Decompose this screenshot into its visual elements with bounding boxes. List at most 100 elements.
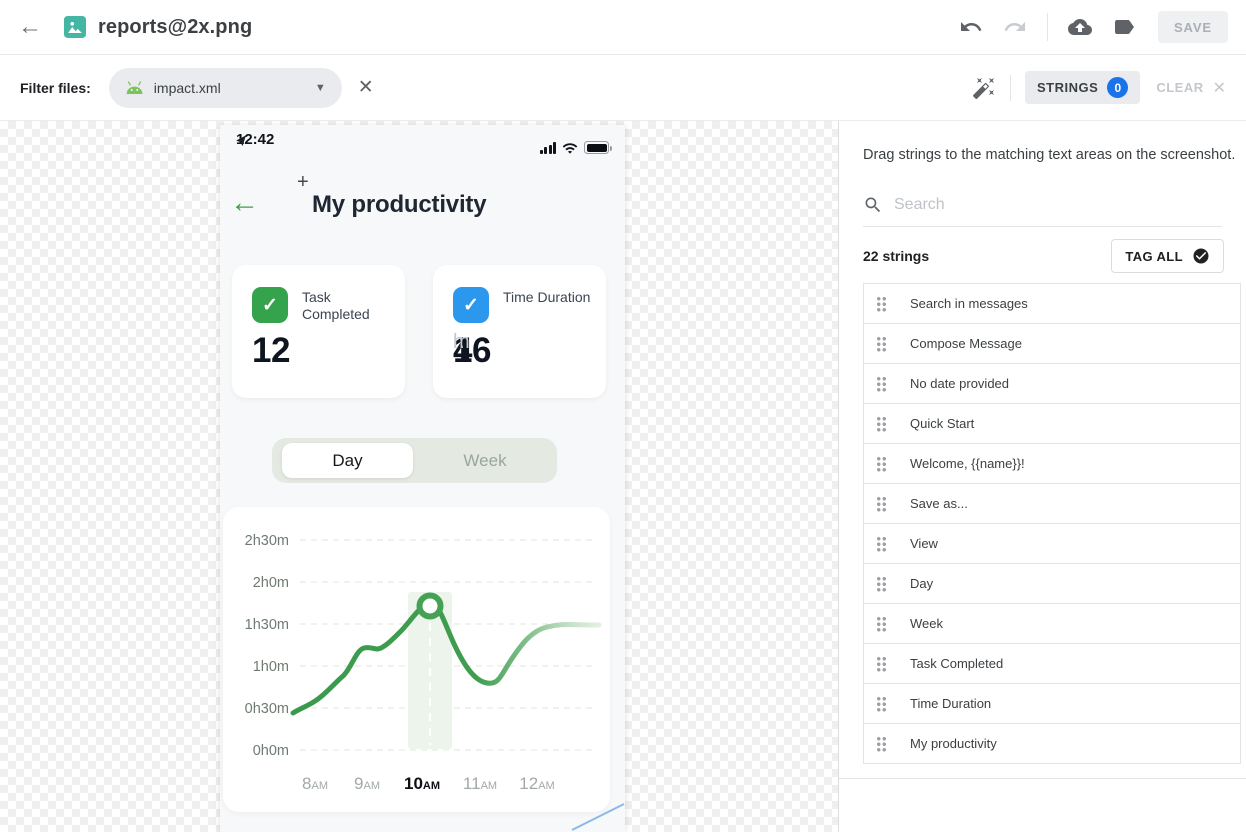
save-button[interactable]: SAVE <box>1158 11 1228 43</box>
drag-handle-icon[interactable] <box>876 496 887 512</box>
redo-button[interactable] <box>1003 15 1027 39</box>
string-label: Save as... <box>910 496 968 511</box>
string-label: Welcome, {{name}}! <box>910 456 1025 471</box>
drag-handle-icon[interactable] <box>876 416 887 432</box>
string-list-item[interactable]: Task Completed <box>864 644 1240 684</box>
file-filter-dropdown[interactable]: impact.xml ▼ <box>109 68 342 108</box>
filter-bar: Filter files: impact.xml ▼ ✕ STRINGS 0 C… <box>0 55 1246 121</box>
strings-panel: Drag strings to the matching text areas … <box>838 121 1246 832</box>
editor-canvas: 12:42 + ← My productivity ✓ Task Complet… <box>0 121 1246 832</box>
drag-handle-icon[interactable] <box>876 696 887 712</box>
chevron-down-icon: ▼ <box>315 82 326 94</box>
clear-x-icon: ✕ <box>1213 78 1226 98</box>
string-list-item[interactable]: No date provided <box>864 364 1240 404</box>
battery-icon <box>584 141 609 154</box>
selected-file-name: impact.xml <box>154 80 221 96</box>
string-label: Quick Start <box>910 416 974 431</box>
search-icon <box>863 195 883 215</box>
page-title: reports@2x.png <box>98 16 252 39</box>
filter-bar-actions: STRINGS 0 CLEAR ✕ <box>972 71 1226 104</box>
string-label: Search in messages <box>910 296 1028 311</box>
undo-button[interactable] <box>959 15 983 39</box>
strings-list: Search in messages Compose Message No da… <box>863 283 1241 764</box>
string-label: Week <box>910 616 943 631</box>
strings-count-label: 22 strings <box>863 248 929 264</box>
search-input[interactable] <box>894 196 1222 214</box>
top-bar: ← reports@2x.png SAVE <box>0 0 1246 55</box>
tag-button[interactable] <box>1112 15 1136 39</box>
string-label: Task Completed <box>910 656 1003 671</box>
clear-button[interactable]: CLEAR ✕ <box>1156 78 1226 98</box>
toggle-week: Week <box>413 438 557 483</box>
wifi-icon <box>562 142 578 154</box>
svg-text:11AM: 11AM <box>463 774 497 793</box>
time-duration-card: ✓ Time Duration 1h 46m <box>433 265 606 398</box>
phone-screen-title: My productivity <box>312 191 486 219</box>
undo-icon <box>959 15 983 39</box>
peak-marker <box>420 596 441 617</box>
image-file-icon <box>64 16 86 38</box>
strings-filter-button[interactable]: STRINGS 0 <box>1025 71 1140 104</box>
string-list-item[interactable]: Week <box>864 604 1240 644</box>
drag-handle-icon[interactable] <box>876 336 887 352</box>
tag-all-button[interactable]: TAG ALL <box>1111 239 1224 273</box>
task-completed-label: Task Completed <box>302 289 392 323</box>
filter-files-label: Filter files: <box>20 80 91 96</box>
android-icon <box>125 81 144 95</box>
string-list-item[interactable]: Search in messages <box>864 284 1240 324</box>
topbar-actions: SAVE <box>949 11 1228 43</box>
svg-text:0h0m: 0h0m <box>253 743 289 759</box>
svg-text:12AM: 12AM <box>519 774 554 793</box>
phone-screenshot[interactable]: 12:42 + ← My productivity ✓ Task Complet… <box>220 125 625 832</box>
task-completed-value: 12 <box>252 331 290 371</box>
string-list-item[interactable]: Save as... <box>864 484 1240 524</box>
search-row <box>863 183 1222 227</box>
panel-instruction: Drag strings to the matching text areas … <box>863 147 1235 163</box>
drag-handle-icon[interactable] <box>876 536 887 552</box>
check-square-green-icon: ✓ <box>252 287 288 323</box>
panel-divider <box>839 778 1246 779</box>
drag-handle-icon[interactable] <box>876 576 887 592</box>
drag-handle-icon[interactable] <box>876 376 887 392</box>
string-label: My productivity <box>910 736 997 751</box>
auto-match-button[interactable] <box>972 76 996 100</box>
x-axis-labels: 8AM 9AM 10AM 11AM 12AM <box>302 774 555 793</box>
clear-file-filter-icon[interactable]: ✕ <box>358 76 374 99</box>
time-duration-label: Time Duration <box>503 289 593 306</box>
svg-text:8AM: 8AM <box>302 774 328 793</box>
string-list-item[interactable]: Quick Start <box>864 404 1240 444</box>
filter-divider <box>1010 75 1011 101</box>
svg-text:9AM: 9AM <box>354 774 380 793</box>
cloud-upload-icon <box>1068 15 1092 39</box>
strings-count-badge: 0 <box>1107 77 1128 98</box>
annotation-plus-marker: + <box>297 171 309 194</box>
string-list-item[interactable]: My productivity <box>864 724 1240 764</box>
day-week-toggle: Day Week <box>272 438 557 483</box>
decor-blue-line <box>570 801 625 832</box>
upload-button[interactable] <box>1068 15 1092 39</box>
string-label: Day <box>910 576 933 591</box>
string-list-item[interactable]: Compose Message <box>864 324 1240 364</box>
string-list-item[interactable]: Time Duration <box>864 684 1240 724</box>
tag-all-label: TAG ALL <box>1125 249 1183 264</box>
string-list-item[interactable]: View <box>864 524 1240 564</box>
app-window: ← reports@2x.png SAVE Filter files: <box>0 0 1246 832</box>
check-square-blue-icon: ✓ <box>453 287 489 323</box>
string-label: No date provided <box>910 376 1009 391</box>
check-circle-icon <box>1192 247 1210 265</box>
drag-handle-icon[interactable] <box>876 456 887 472</box>
back-icon[interactable]: ← <box>18 15 42 39</box>
drag-handle-icon[interactable] <box>876 616 887 632</box>
string-list-item[interactable]: Welcome, {{name}}! <box>864 444 1240 484</box>
label-icon <box>1112 15 1136 39</box>
string-label: View <box>910 536 938 551</box>
magic-wand-icon <box>972 76 996 100</box>
productivity-line-chart: 2h30m 2h0m 1h30m 1h0m 0h30m 0h0m 8AM 9AM… <box>223 507 610 812</box>
count-row: 22 strings TAG ALL <box>863 238 1224 274</box>
drag-handle-icon[interactable] <box>876 656 887 672</box>
drag-handle-icon[interactable] <box>876 736 887 752</box>
drag-handle-icon[interactable] <box>876 296 887 312</box>
svg-text:10AM: 10AM <box>404 774 440 793</box>
strings-label: STRINGS <box>1037 80 1098 95</box>
string-list-item[interactable]: Day <box>864 564 1240 604</box>
